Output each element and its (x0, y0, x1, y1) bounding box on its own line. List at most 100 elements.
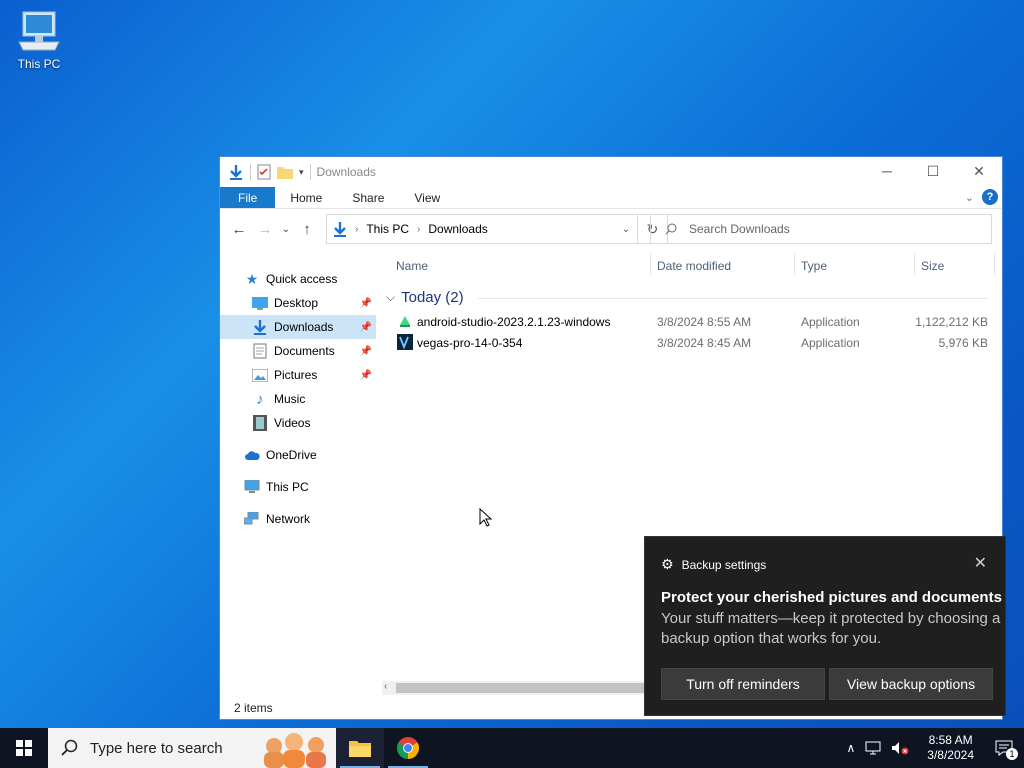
videos-icon (252, 415, 268, 431)
windows-logo-icon (16, 740, 32, 756)
pictures-icon (252, 367, 268, 383)
search-placeholder: Search Downloads (689, 222, 790, 236)
breadcrumb-this-pc[interactable]: This PC (366, 222, 409, 236)
system-tray: ∧ 8:58 AM 3/8/2024 1 (846, 728, 1024, 768)
download-arrow-icon[interactable] (228, 164, 244, 180)
address-dropdown-icon[interactable]: ⌄ (615, 224, 637, 235)
navigation-pane: ★ Quick access Desktop 📌 Downloads 📌 Doc… (220, 249, 376, 697)
music-icon: ♪ (256, 390, 264, 408)
recent-locations-button[interactable]: ⌄ (278, 224, 294, 235)
notification-count-badge: 1 (1006, 748, 1018, 760)
pin-icon[interactable]: 📌 (360, 370, 372, 381)
forward-button[interactable]: → (252, 221, 278, 238)
tab-view[interactable]: View (399, 187, 455, 208)
volume-muted-icon[interactable] (891, 741, 909, 755)
qat-dropdown-icon[interactable]: ▾ (299, 167, 304, 178)
gear-icon: ⚙ (661, 556, 674, 572)
file-row[interactable]: android-studio-2023.2.1.23-windows 3/8/2… (380, 312, 1000, 333)
nav-network[interactable]: Network (220, 507, 376, 531)
search-input[interactable]: Search Downloads (650, 214, 992, 244)
minimize-button[interactable]: ─ (864, 157, 910, 185)
android-studio-icon (398, 314, 412, 331)
group-header-today[interactable]: ⌵ Today (2) (386, 289, 988, 306)
this-pc-desktop-label: This PC (17, 57, 61, 71)
tab-share[interactable]: Share (337, 187, 399, 208)
file-size: 5,976 KB (938, 336, 988, 350)
mouse-cursor-icon (479, 508, 493, 527)
close-button[interactable]: ✕ (956, 157, 1002, 185)
breadcrumb-separator-icon: › (355, 223, 359, 235)
title-bar: ▾ Downloads ─ ☐ ✕ (220, 157, 1002, 187)
system-clock[interactable]: 8:58 AM 3/8/2024 (919, 733, 982, 763)
properties-icon[interactable] (257, 164, 271, 180)
file-type: Application (801, 336, 860, 350)
maximize-button[interactable]: ☐ (910, 157, 956, 185)
pin-icon[interactable]: 📌 (360, 322, 372, 333)
file-name: vegas-pro-14-0-354 (417, 336, 523, 350)
column-date-modified[interactable]: Date modified (657, 259, 731, 273)
scroll-left-icon[interactable]: ‹ (384, 681, 387, 692)
scrollbar-thumb[interactable] (396, 683, 666, 693)
view-backup-options-button[interactable]: View backup options (829, 668, 993, 700)
file-type: Application (801, 315, 860, 329)
nav-documents[interactable]: Documents 📌 (220, 339, 376, 363)
up-button[interactable]: ↑ (294, 221, 320, 238)
column-name[interactable]: Name (396, 259, 428, 273)
item-count: 2 items (234, 701, 273, 715)
breadcrumb-downloads[interactable]: Downloads (428, 222, 487, 236)
nav-onedrive[interactable]: OneDrive (220, 443, 376, 467)
network-icon (244, 511, 260, 527)
taskbar-search-input[interactable]: Type here to search (48, 728, 336, 768)
taskbar-search-placeholder: Type here to search (90, 739, 223, 757)
help-icon[interactable]: ? (982, 189, 998, 205)
turn-off-reminders-button[interactable]: Turn off reminders (661, 668, 825, 700)
back-button[interactable]: ← (226, 221, 252, 238)
column-size[interactable]: Size (921, 259, 944, 273)
search-icon (61, 739, 78, 756)
navigation-bar: ← → ⌄ ↑ › This PC › Downloads ⌄ ↻ Search… (220, 209, 1002, 249)
network-icon[interactable] (865, 741, 881, 755)
taskbar-chrome[interactable] (384, 728, 432, 768)
new-folder-icon[interactable] (277, 165, 293, 179)
cloud-icon (244, 447, 260, 463)
column-type[interactable]: Type (801, 259, 827, 273)
file-row[interactable]: vegas-pro-14-0-354 3/8/2024 8:45 AM Appl… (380, 333, 1000, 354)
this-pc-desktop-icon[interactable]: This PC (12, 8, 66, 71)
tab-home[interactable]: Home (275, 187, 337, 208)
star-icon: ★ (245, 270, 259, 287)
nav-pictures[interactable]: Pictures 📌 (220, 363, 376, 387)
computer-icon (244, 479, 260, 495)
vegas-pro-icon (397, 334, 413, 353)
show-hidden-icons-icon[interactable]: ∧ (846, 741, 855, 755)
toast-close-icon[interactable]: ✕ (974, 553, 987, 573)
computer-icon (18, 11, 60, 51)
taskbar-file-explorer[interactable] (336, 728, 384, 768)
clock-date: 3/8/2024 (927, 748, 974, 762)
toast-title: Protect your cherished pictures and docu… (661, 589, 1002, 606)
start-button[interactable] (0, 728, 48, 768)
toast-message: Your stuff matters—keep it protected by … (661, 610, 1001, 647)
action-center-button[interactable]: 1 (992, 736, 1018, 760)
search-icon (665, 223, 677, 235)
chrome-icon (397, 737, 419, 759)
nav-videos[interactable]: Videos (220, 411, 376, 435)
file-date: 3/8/2024 8:45 AM (657, 336, 752, 350)
toast-app-name: Backup settings (681, 557, 767, 572)
folder-icon (349, 741, 371, 757)
desktop-icon (252, 295, 268, 311)
nav-downloads[interactable]: Downloads 📌 (220, 315, 376, 339)
horizontal-scrollbar[interactable]: ‹ (382, 681, 672, 695)
tab-file[interactable]: File (220, 187, 276, 208)
search-highlight-illustration-icon (264, 733, 326, 768)
expand-ribbon-icon[interactable]: ⌄ (965, 191, 974, 204)
download-arrow-icon (252, 319, 268, 335)
nav-desktop[interactable]: Desktop 📌 (220, 291, 376, 315)
address-bar[interactable]: › This PC › Downloads ⌄ (326, 214, 638, 244)
pin-icon[interactable]: 📌 (360, 346, 372, 357)
pin-icon[interactable]: 📌 (360, 298, 372, 309)
nav-this-pc[interactable]: This PC (220, 475, 376, 499)
nav-quick-access[interactable]: ★ Quick access (220, 267, 376, 291)
nav-music[interactable]: ♪ Music (220, 387, 376, 411)
chevron-down-icon: ⌵ (386, 290, 396, 304)
clock-time: 8:58 AM (928, 733, 973, 747)
